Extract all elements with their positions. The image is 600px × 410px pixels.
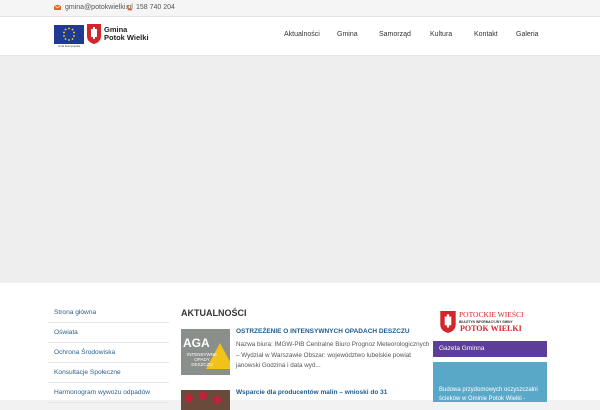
email-contact[interactable]: gmina@potokwielki.pl <box>54 4 133 11</box>
news-thumbnail[interactable]: AGA INTENSYWNE OPADY DESZCZU <box>181 329 230 375</box>
email-text[interactable]: gmina@potokwielki.pl <box>65 4 133 11</box>
thumb-small-text: INTENSYWNE OPADY DESZCZU <box>187 352 218 367</box>
news-item: Wsparcie dla producentów malin – wnioski… <box>181 389 426 410</box>
eu-flag-icon <box>54 24 84 44</box>
phone-contact[interactable]: 158 740 204 <box>126 4 175 11</box>
nav-kontakt[interactable]: Kontakt <box>474 31 498 38</box>
sidebar-item-harmonogram[interactable]: Harmonogram wywozu odpadów <box>48 383 169 403</box>
sidebar-item-konsultacje[interactable]: Konsultacje Społeczne <box>48 363 169 383</box>
raspberry-icon <box>213 396 221 404</box>
phone-text[interactable]: 158 740 204 <box>136 4 175 11</box>
news-title[interactable]: OSTRZEŻENIE O INTENSYWNYCH OPADACH DESZC… <box>236 328 431 335</box>
promo-box[interactable]: Budowa przydomowych oczyszczalni ścieków… <box>433 362 547 402</box>
sidebar-item-ochrona-srodowiska[interactable]: Ochrona Środowiska <box>48 343 169 363</box>
news-item: AGA INTENSYWNE OPADY DESZCZU OSTRZEŻENIE… <box>181 328 429 377</box>
hero-banner <box>0 56 600 282</box>
sidebar-item-strona-glowna[interactable]: Strona główna <box>48 303 169 323</box>
site-logo[interactable]: Gmina Potok Wielki <box>54 24 149 44</box>
nav-kultura[interactable]: Kultura <box>430 31 452 38</box>
news-section-title: AKTUALNOŚCI <box>181 308 247 318</box>
nav-aktualnosci[interactable]: Aktualności <box>284 31 320 38</box>
raspberry-icon <box>185 394 193 402</box>
eu-caption: Unia Europejska <box>57 44 80 48</box>
main-content: Strona główna Oświata Ochrona Środowiska… <box>0 283 600 410</box>
logo-line2: Potok Wielki <box>104 33 149 42</box>
gmina-crest-icon <box>440 311 456 333</box>
gmina-crest-icon <box>87 24 101 44</box>
raspberry-icon <box>199 392 207 400</box>
nav-gmina[interactable]: Gmina <box>337 31 358 38</box>
nav-galeria[interactable]: Galeria <box>516 31 539 38</box>
envelope-icon <box>54 5 61 10</box>
site-header: Gmina Potok Wielki Unia Europejska Aktua… <box>0 17 600 56</box>
news-thumbnail[interactable] <box>181 390 230 410</box>
pw-big-title: POTOK WIELKI <box>460 324 522 333</box>
sidebar-item-oswiata[interactable]: Oświata <box>48 323 169 343</box>
thumb-big-text: AGA <box>183 336 210 350</box>
sidebar-menu: Strona główna Oświata Ochrona Środowiska… <box>48 303 169 403</box>
pw-title: POTOCKIE WIEŚCI <box>459 310 524 319</box>
potockie-wiesci-banner[interactable]: POTOCKIE WIEŚCI BIULETYN INFORMACYJNY GM… <box>433 308 547 338</box>
phone-icon <box>126 4 132 11</box>
top-bar: gmina@potokwielki.pl 158 740 204 <box>0 0 600 17</box>
news-title[interactable]: Wsparcie dla producentów malin – wnioski… <box>236 389 431 396</box>
gazeta-gminna-button[interactable]: Gazeta Gminna <box>433 341 547 357</box>
nav-samorzad[interactable]: Samorząd <box>379 31 411 38</box>
news-excerpt: Nazwa biura: IMGW-PIB Centralne Biuro Pr… <box>236 341 430 369</box>
